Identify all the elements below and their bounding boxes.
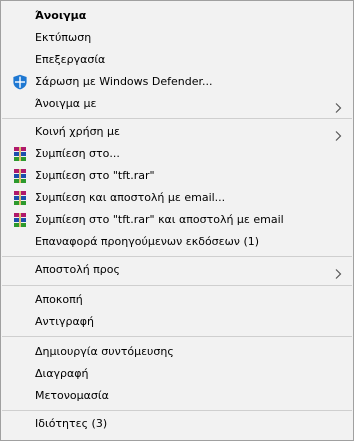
chevron-right-icon <box>333 265 343 279</box>
menu-item-open-with-label: Άνοιγμα με <box>35 97 97 110</box>
winrar-books-icon <box>12 190 28 206</box>
menu-item-compress-to-label: Συμπίεση στο... <box>35 147 120 160</box>
menu-item-delete[interactable]: Διαγραφή <box>1 363 353 385</box>
menu-item-create-shortcut-label: Δημιουργία συντόμευσης <box>35 345 174 358</box>
menu-item-delete-label: Διαγραφή <box>35 367 89 380</box>
menu-item-share-with-label: Κοινή χρήση με <box>35 125 120 138</box>
menu-item-rename-label: Μετονομασία <box>35 389 109 402</box>
menu-separator <box>2 410 352 411</box>
menu-item-compress-rar-email[interactable]: Συμπίεση στο "tft.rar" και αποστολή με e… <box>1 209 353 231</box>
menu-item-open-with[interactable]: Άνοιγμα με <box>1 93 353 115</box>
menu-item-compress-rar-email-label: Συμπίεση στο "tft.rar" και αποστολή με e… <box>35 213 284 226</box>
menu-item-restore-versions[interactable]: Επαναφορά προηγούμενων εκδόσεων (1) <box>1 231 353 253</box>
menu-item-print[interactable]: Εκτύπωση <box>1 27 353 49</box>
menu-separator <box>2 118 352 119</box>
menu-item-rename[interactable]: Μετονομασία <box>1 385 353 407</box>
menu-item-cut-label: Αποκοπή <box>35 293 83 306</box>
menu-item-share-with[interactable]: Κοινή χρήση με <box>1 121 353 143</box>
menu-item-properties-label: Ιδιότητες (3) <box>35 417 108 430</box>
menu-item-edit-label: Επεξεργασία <box>35 53 106 66</box>
context-menu: Άνοιγμα Εκτύπωση Επεξεργασία Σάρωση με W… <box>0 0 354 441</box>
menu-item-open[interactable]: Άνοιγμα <box>1 5 353 27</box>
menu-separator <box>2 256 352 257</box>
menu-item-restore-versions-label: Επαναφορά προηγούμενων εκδόσεων (1) <box>35 235 260 248</box>
menu-item-edit[interactable]: Επεξεργασία <box>1 49 353 71</box>
menu-item-compress-email-label: Συμπίεση και αποστολή με email... <box>35 191 226 204</box>
menu-item-compress-rar-label: Συμπίεση στο "tft.rar" <box>35 169 155 182</box>
windows-defender-shield-icon <box>12 74 28 90</box>
menu-item-copy[interactable]: Αντιγραφή <box>1 311 353 333</box>
winrar-books-icon <box>12 212 28 228</box>
menu-item-properties[interactable]: Ιδιότητες (3) <box>1 413 353 435</box>
chevron-right-icon <box>333 127 343 141</box>
menu-item-cut[interactable]: Αποκοπή <box>1 289 353 311</box>
chevron-right-icon <box>333 99 343 113</box>
menu-item-print-label: Εκτύπωση <box>35 31 92 44</box>
menu-item-compress-to[interactable]: Συμπίεση στο... <box>1 143 353 165</box>
menu-item-open-label: Άνοιγμα <box>35 9 87 22</box>
menu-item-compress-email[interactable]: Συμπίεση και αποστολή με email... <box>1 187 353 209</box>
menu-item-scan-defender[interactable]: Σάρωση με Windows Defender... <box>1 71 353 93</box>
menu-item-send-to-label: Αποστολή προς <box>35 263 120 276</box>
menu-item-copy-label: Αντιγραφή <box>35 315 94 328</box>
menu-item-send-to[interactable]: Αποστολή προς <box>1 259 353 281</box>
menu-separator <box>2 285 352 286</box>
winrar-books-icon <box>12 146 28 162</box>
menu-separator <box>2 336 352 337</box>
menu-item-create-shortcut[interactable]: Δημιουργία συντόμευσης <box>1 341 353 363</box>
menu-item-scan-defender-label: Σάρωση με Windows Defender... <box>35 75 213 88</box>
winrar-books-icon <box>12 168 28 184</box>
menu-item-compress-rar[interactable]: Συμπίεση στο "tft.rar" <box>1 165 353 187</box>
